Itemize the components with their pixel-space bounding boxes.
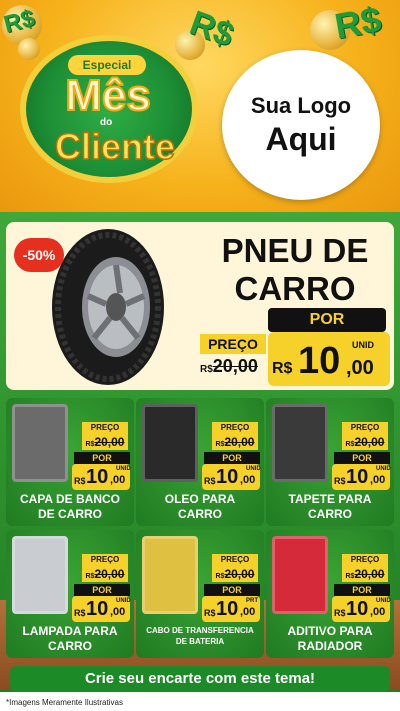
product-name-line-1: TAPETE PARA bbox=[288, 492, 372, 506]
logo-placeholder: Sua Logo Aqui bbox=[222, 50, 380, 200]
product-price-cents: ,00 bbox=[370, 474, 386, 486]
product-name-line-2: CARRO bbox=[48, 639, 92, 653]
product-currency: R$ bbox=[334, 476, 346, 486]
product-old-price-value: 20,00 bbox=[94, 435, 125, 449]
product-por-label: POR bbox=[334, 452, 390, 464]
jumper-cable-icon bbox=[142, 536, 198, 614]
product-name-line-1: LAMPADA PARA bbox=[22, 624, 118, 638]
product-unit: UNID bbox=[376, 466, 391, 472]
product-name-line-1: CAPA DE BANCO bbox=[19, 492, 120, 506]
seat-cover-icon bbox=[12, 404, 68, 482]
coolant-bottle-icon bbox=[272, 536, 328, 614]
badge-cliente: Cliente bbox=[54, 126, 176, 168]
product-old-price-value: 20,00 bbox=[354, 567, 385, 581]
featured-por-label: POR bbox=[268, 308, 386, 332]
tire-icon bbox=[52, 229, 164, 385]
product-price-cents: ,00 bbox=[240, 606, 256, 618]
headlight-bulb-icon bbox=[12, 536, 68, 614]
featured-old-price-value: 20,00 bbox=[212, 356, 258, 376]
product-old-price: R$20,00 bbox=[342, 566, 388, 582]
product-price-cents: ,00 bbox=[370, 606, 386, 618]
featured-old-price: R$20,00 bbox=[200, 356, 266, 382]
product-unit: UNID bbox=[376, 598, 391, 604]
product-price-int: 10 bbox=[86, 598, 109, 620]
product-name-line-1: CABO DE TRANSFERENCIA bbox=[146, 626, 254, 635]
logo-line-2: Aqui bbox=[265, 120, 337, 157]
product-old-price-value: 20,00 bbox=[94, 567, 125, 581]
product-name-line-2: CARRO bbox=[308, 507, 352, 521]
featured-price-cents: ,00 bbox=[346, 357, 374, 379]
product-preco-label: PREÇO bbox=[82, 422, 128, 434]
flyer: R$ R$ R$ Especial Mês do Cliente Sua Log… bbox=[0, 0, 400, 711]
product-unit: UNID bbox=[116, 466, 131, 472]
product-price-int: 10 bbox=[216, 598, 239, 620]
product-unit: UNID bbox=[246, 466, 261, 472]
product-por-label: POR bbox=[204, 584, 260, 596]
product-old-price: R$20,00 bbox=[342, 434, 388, 450]
product-unit: UNID bbox=[116, 598, 131, 604]
discount-badge: -50% bbox=[14, 238, 64, 272]
product-currency: R$ bbox=[74, 608, 86, 618]
product-currency: R$ bbox=[74, 476, 86, 486]
product-old-price: R$20,00 bbox=[212, 566, 258, 582]
header-banner: R$ R$ R$ Especial Mês do Cliente Sua Log… bbox=[0, 0, 400, 220]
product-name-line-1: OLEO PARA bbox=[164, 492, 236, 506]
car-mat-icon bbox=[272, 404, 328, 482]
product-price-int: 10 bbox=[346, 466, 369, 488]
featured-old-currency: R$ bbox=[200, 364, 213, 375]
featured-title: PNEU DE CARRO bbox=[200, 232, 390, 308]
featured-preco-label: PREÇO bbox=[200, 334, 266, 354]
product-preco-label: PREÇO bbox=[82, 554, 128, 566]
product-por-label: POR bbox=[74, 452, 130, 464]
product-old-price-value: 20,00 bbox=[354, 435, 385, 449]
product-name-line-2: DE CARRO bbox=[37, 507, 102, 521]
product-currency: R$ bbox=[334, 608, 346, 618]
product-name-line-2: DE BATERIA bbox=[175, 637, 225, 646]
product-price-cents: ,00 bbox=[110, 474, 126, 486]
product-old-price-value: 20,00 bbox=[224, 435, 255, 449]
featured-title-line-2: CARRO bbox=[234, 270, 356, 307]
featured-title-line-1: PNEU DE bbox=[221, 232, 369, 269]
featured-unit: UNID bbox=[352, 340, 374, 350]
product-por-label: POR bbox=[204, 452, 260, 464]
product-preco-label: PREÇO bbox=[342, 554, 388, 566]
featured-currency: R$ bbox=[272, 360, 293, 377]
footnote: *Imagens Meramente Ilustrativas bbox=[6, 698, 123, 707]
product-preco-label: PREÇO bbox=[212, 554, 258, 566]
cta-button[interactable]: Crie seu encarte com este tema! bbox=[10, 666, 390, 692]
product-currency: R$ bbox=[204, 476, 216, 486]
product-name-line-1: ADITIVO PARA bbox=[287, 624, 373, 638]
product-preco-label: PREÇO bbox=[342, 422, 388, 434]
product-old-price: R$20,00 bbox=[212, 434, 258, 450]
product-price-int: 10 bbox=[346, 598, 369, 620]
logo-line-1: Sua Logo bbox=[250, 92, 352, 118]
product-old-price: R$20,00 bbox=[82, 434, 128, 450]
product-por-label: POR bbox=[74, 584, 130, 596]
product-currency: R$ bbox=[204, 608, 216, 618]
oil-bottle-icon bbox=[142, 404, 198, 482]
product-por-label: POR bbox=[334, 584, 390, 596]
product-price-int: 10 bbox=[216, 466, 239, 488]
product-price-int: 10 bbox=[86, 466, 109, 488]
product-old-price: R$20,00 bbox=[82, 566, 128, 582]
badge-mes: Mês bbox=[64, 71, 152, 120]
product-preco-label: PREÇO bbox=[212, 422, 258, 434]
product-unit: PRT bbox=[246, 598, 258, 604]
product-price-cents: ,00 bbox=[240, 474, 256, 486]
featured-price-int: 10 bbox=[298, 340, 341, 382]
mes-do-cliente-logo: Especial Mês do Cliente bbox=[20, 35, 198, 183]
product-name-line-2: CARRO bbox=[178, 507, 222, 521]
product-old-price-value: 20,00 bbox=[224, 567, 255, 581]
product-name-line-2: RADIADOR bbox=[297, 639, 363, 653]
product-price-cents: ,00 bbox=[110, 606, 126, 618]
money-symbol-icon: R$ bbox=[331, 0, 385, 47]
